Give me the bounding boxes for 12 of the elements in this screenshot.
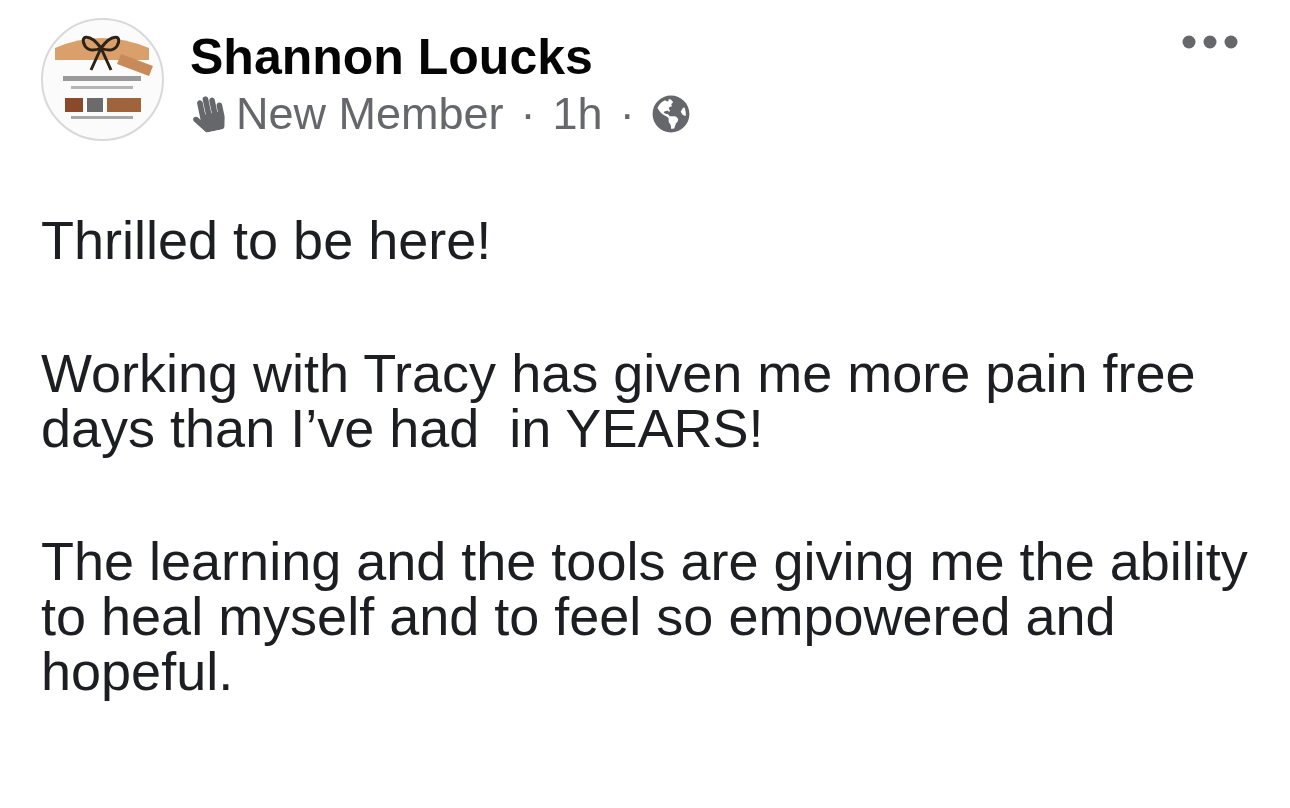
post-paragraph: Thrilled to be here! <box>41 213 492 268</box>
separator-dot: · <box>520 90 536 138</box>
author-name[interactable]: Shannon Loucks <box>190 28 593 86</box>
globe-icon[interactable] <box>651 95 690 133</box>
post-time[interactable]: 1h <box>552 90 603 138</box>
avatar-image[interactable] <box>41 18 164 141</box>
separator-dot: · <box>619 90 635 138</box>
member-label: New Member <box>236 90 504 138</box>
more-dots-icon <box>1182 35 1238 49</box>
more-options-button[interactable] <box>1180 33 1240 51</box>
post-paragraph: Working with Tracy has given me more pain free days than I’ve had in YEARS! <box>41 346 1196 456</box>
post-paragraph: The learning and the tools are giving me the ability to heal myself and to feel so empowered and hopeful. <box>41 534 1248 699</box>
